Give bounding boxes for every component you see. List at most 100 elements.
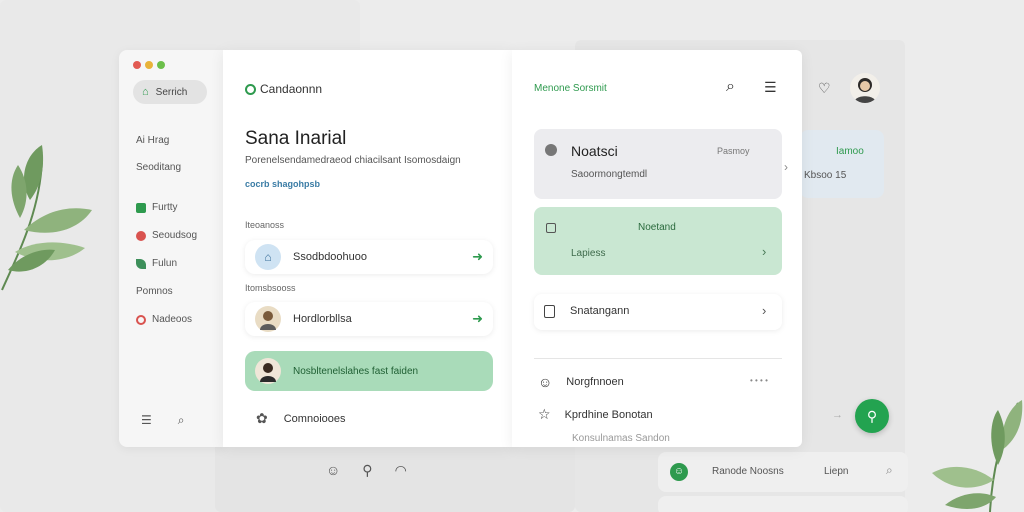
list-item-row-2[interactable]: Hordlorbllsa ➜ bbox=[245, 302, 493, 336]
more-dots[interactable]: • • • • bbox=[750, 376, 768, 385]
plant-leaves-right bbox=[932, 400, 1023, 512]
background-bottom-icon: ☺ bbox=[670, 463, 688, 481]
card-meta: Pasmoy bbox=[717, 146, 750, 156]
profile-subtitle: Porenelsendamedraeod chiacilsant Isomosd… bbox=[245, 155, 461, 166]
list-item-label: Norgfnnoen bbox=[566, 376, 624, 388]
sidebar-item-label: Nadeoos bbox=[152, 314, 193, 325]
info-dot-icon bbox=[545, 144, 557, 156]
sidebar-item-3[interactable]: Seoudsog bbox=[136, 230, 197, 241]
card-gray[interactable]: Noatsci Pasmoy Saoormongtemdl bbox=[534, 129, 782, 199]
detail-header: Menone Sorsmit bbox=[534, 83, 607, 94]
brand: Candaonnn bbox=[245, 82, 322, 96]
settings-cluster-icon: ✿ bbox=[256, 410, 268, 426]
chevron-right-icon[interactable]: › bbox=[784, 160, 788, 174]
smile-icon: ☺ bbox=[538, 374, 553, 390]
footer-item[interactable]: ✿ Comnoiooes bbox=[256, 410, 346, 427]
search-icon[interactable]: ⌕ bbox=[726, 78, 735, 96]
sidebar: ⌂ Serrich Ai Hrag Seoditang Furtty Seoud… bbox=[119, 50, 225, 447]
background-bottom-right-label: Liepn bbox=[824, 466, 849, 477]
sidebar-item-label: Fulun bbox=[152, 258, 178, 269]
sidebar-item-2[interactable]: Furtty bbox=[136, 202, 178, 213]
search-icon[interactable]: ⌕ bbox=[178, 413, 185, 428]
chat-icon[interactable]: ◠ bbox=[395, 462, 407, 479]
profile-title: Sana Inarial bbox=[245, 128, 347, 149]
lock-icon: ⌂ bbox=[142, 86, 149, 98]
person-avatar-icon bbox=[255, 306, 281, 332]
user-avatar[interactable] bbox=[850, 73, 880, 103]
sidebar-item-5[interactable]: Pomnos bbox=[136, 286, 173, 297]
arrow-right-icon: ➜ bbox=[472, 311, 483, 326]
list-item[interactable]: ☆ Kprdhine Bonotan bbox=[538, 406, 653, 423]
list-item-row-1[interactable]: ⌂ Ssodbdoohuoo ➜ bbox=[245, 240, 493, 274]
star-icon: ☆ bbox=[538, 406, 551, 422]
checkbox-icon bbox=[546, 223, 556, 233]
close-window-button[interactable] bbox=[133, 61, 141, 69]
leaf-icon bbox=[136, 258, 146, 269]
document-icon bbox=[544, 305, 555, 318]
section-heading-1: Iteoanoss bbox=[245, 220, 285, 230]
background-card-blue: Iamoo Kbsoo 15 bbox=[800, 130, 884, 198]
traffic-lights bbox=[133, 61, 165, 69]
background-card-title: Iamoo bbox=[836, 146, 864, 157]
brand-name: Candaonnn bbox=[260, 82, 323, 96]
card-sub: Lapiess bbox=[571, 248, 606, 259]
sidebar-search-button[interactable]: ⌂ Serrich bbox=[133, 80, 207, 104]
maximize-window-button[interactable] bbox=[157, 61, 165, 69]
background-bottom-bar: ☺ Ranode Noosns Liepn ⌕ bbox=[658, 452, 908, 492]
red-flower-icon bbox=[136, 230, 146, 241]
chevron-right-icon: › bbox=[762, 244, 767, 259]
sidebar-item-label: Furtty bbox=[152, 202, 178, 213]
sidebar-item-label: Seoudsog bbox=[152, 230, 198, 241]
list-item-label: Konsulnamas Sandon bbox=[572, 433, 670, 444]
list-item-row-3-selected[interactable]: Nosbltenelslahes fast faiden bbox=[245, 351, 493, 391]
user-icon[interactable]: ⚲ bbox=[362, 462, 372, 479]
list-icon[interactable]: ☰ bbox=[141, 413, 152, 428]
plant-leaves-left bbox=[1, 145, 92, 291]
background-bottom-bar-2 bbox=[658, 496, 908, 512]
sidebar-item-label: Seoditang bbox=[136, 162, 182, 173]
chevron-right-icon: › bbox=[762, 303, 767, 318]
shield-icon[interactable]: ♡ bbox=[818, 80, 831, 97]
smile-icon[interactable]: ☺ bbox=[326, 462, 340, 479]
person-avatar-icon bbox=[255, 358, 281, 384]
list-item-label: Hordlorbllsa bbox=[293, 313, 352, 325]
sidebar-item-0[interactable]: Ai Hrag bbox=[136, 135, 169, 146]
card-title: Snatangann bbox=[570, 305, 630, 317]
menu-icon[interactable]: ☰ bbox=[764, 79, 777, 96]
profile-link[interactable]: cocrb shagohpsb bbox=[245, 179, 320, 189]
divider bbox=[534, 358, 782, 359]
red-gear-icon bbox=[136, 314, 146, 325]
brand-logo-icon bbox=[245, 83, 256, 95]
card-title: Noetand bbox=[638, 222, 676, 233]
sidebar-item-6[interactable]: Nadeoos bbox=[136, 314, 192, 325]
chat-bubble-icon: ⌂ bbox=[255, 244, 281, 270]
list-item[interactable]: ☺ Norgfnnoen bbox=[538, 374, 624, 390]
profile-panel: Candaonnn Sana Inarial Porenelsendamedra… bbox=[223, 50, 512, 447]
floating-action-button[interactable]: ⚲ bbox=[855, 399, 889, 433]
detail-panel: Menone Sorsmit ⌕ ☰ Noatsci Pasmoy Saoorm… bbox=[512, 50, 802, 447]
sidebar-item-label: Ai Hrag bbox=[136, 135, 170, 146]
sidebar-item-1[interactable]: Seoditang bbox=[136, 162, 181, 173]
minimize-window-button[interactable] bbox=[145, 61, 153, 69]
sidebar-item-label: Pomnos bbox=[136, 286, 173, 297]
leaf-icon: ⚲ bbox=[866, 408, 878, 424]
arrow-right-icon: ➜ bbox=[472, 249, 483, 264]
card-title: Noatsci bbox=[571, 143, 618, 159]
background-card-sub: Kbsoo 15 bbox=[804, 170, 847, 181]
list-item-label: Ssodbdoohuoo bbox=[293, 251, 368, 263]
green-square-icon bbox=[136, 202, 146, 213]
card-green[interactable]: Noetand Lapiess › bbox=[534, 207, 782, 275]
card-white[interactable]: Snatangann › bbox=[534, 294, 782, 330]
card-sub: Saoormongtemdl bbox=[571, 169, 648, 180]
sidebar-bottom-toolbar: ☰ ⌕ bbox=[141, 413, 185, 428]
sidebar-item-4[interactable]: Fulun bbox=[136, 258, 177, 269]
list-item-faded[interactable]: Konsulnamas Sandon bbox=[572, 433, 670, 444]
background-arrow-icon: → bbox=[832, 409, 843, 421]
list-item-label: Kprdhine Bonotan bbox=[564, 408, 653, 421]
list-item-label: Nosbltenelslahes fast faiden bbox=[293, 365, 419, 377]
section-heading-2: Itomsbsooss bbox=[245, 283, 296, 293]
background-bottom-label: Ranode Noosns bbox=[712, 466, 784, 477]
bottom-toolbar: ☺ ⚲ ◠ bbox=[326, 462, 407, 479]
sidebar-search-label: Serrich bbox=[155, 86, 188, 98]
background-search-icon: ⌕ bbox=[886, 463, 893, 477]
